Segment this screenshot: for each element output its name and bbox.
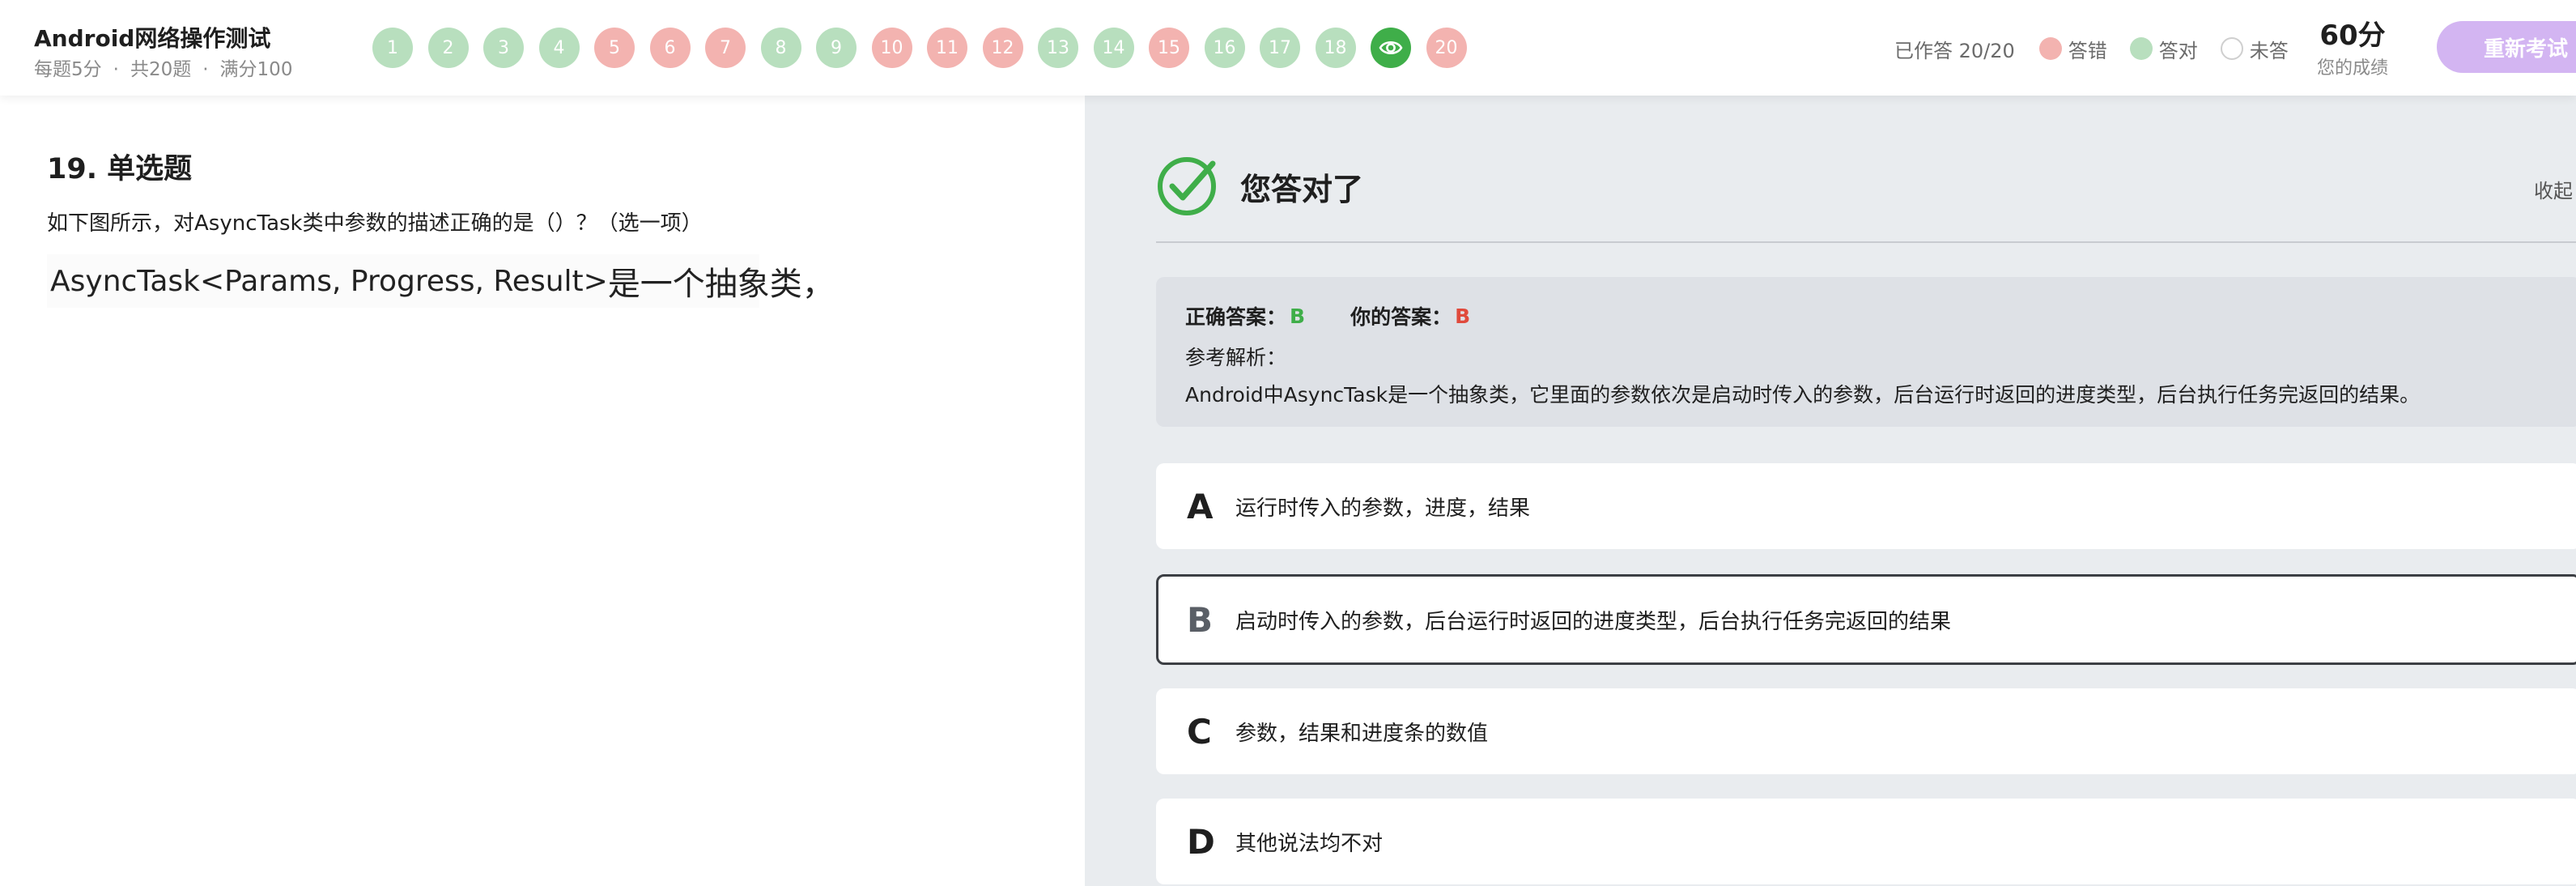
question-nav-5[interactable]: 5: [594, 28, 635, 68]
eye-icon: [1379, 40, 1403, 55]
unanswered-dot-icon: [2220, 37, 2243, 60]
correct-dot-icon: [2129, 37, 2153, 60]
score-display: 60分 您的成绩: [2317, 18, 2388, 79]
question-nav-2[interactable]: 2: [427, 28, 469, 68]
per-question-score: 每题5分: [34, 59, 102, 80]
exam-title: Android网络操作测试: [34, 25, 271, 52]
legend-unanswered: 未答: [2220, 35, 2289, 63]
analysis-box: 正确答案： B 你的答案： B 参考解析： Android中AsyncTask是…: [1156, 277, 2576, 427]
question-image: AsyncTask<Params, Progress, Result> 是一个抽象…: [47, 254, 835, 308]
legend-unanswered-label: 未答: [2249, 39, 2289, 62]
question-image-text: 是一个抽象类，: [607, 266, 835, 303]
legend-wrong-label: 答错: [2068, 39, 2107, 62]
question-nav-4[interactable]: 4: [538, 28, 580, 68]
question-nav-13[interactable]: 13: [1038, 28, 1078, 68]
option-letter: A: [1187, 486, 1214, 526]
option-letter: C: [1187, 711, 1212, 752]
question-nav-3[interactable]: 3: [483, 28, 524, 68]
answer-panel: 您答对了 收起 正确答案： B 你的答案： B 参考解析： Android中As…: [1085, 96, 2576, 886]
option-text: 参数，结果和进度条的数值: [1235, 721, 1489, 746]
collapse-link[interactable]: 收起: [2534, 175, 2573, 203]
answer-summary: 正确答案： B 你的答案： B: [1185, 301, 2576, 330]
question-nav-10[interactable]: 10: [871, 28, 912, 68]
full-score: 满分100: [219, 59, 293, 80]
question-nav-9[interactable]: 9: [816, 28, 857, 68]
question-nav-19-current[interactable]: [1371, 28, 1411, 68]
answer-status: 已作答 20/20 答错 答对 未答: [1894, 32, 2311, 65]
analysis-label: 参考解析：: [1185, 346, 1287, 369]
option-a[interactable]: A 运行时传入的参数，进度，结果: [1156, 463, 2576, 549]
score-value: 60分: [2319, 19, 2386, 52]
divider: [1156, 241, 2576, 243]
question-navigator: 1 2 3 4 5 6 7 8 9 10 11 12 13 14 15 16 1…: [372, 28, 1467, 68]
question-nav-1[interactable]: 1: [372, 28, 413, 68]
question-nav-20[interactable]: 20: [1426, 28, 1467, 68]
option-text: 其他说法均不对: [1235, 831, 1384, 856]
question-nav-14[interactable]: 14: [1093, 28, 1134, 68]
your-answer-value: B: [1455, 304, 1471, 328]
exam-meta: 每题5分 · 共20题 · 满分100: [34, 53, 292, 81]
analysis-text: Android中AsyncTask是一个抽象类，它里面的参数依次是启动时传入的参…: [1185, 383, 2421, 407]
question-nav-16[interactable]: 16: [1204, 28, 1245, 68]
question-nav-7[interactable]: 7: [705, 28, 746, 68]
question-nav-18[interactable]: 18: [1315, 28, 1356, 68]
legend-wrong: 答错: [2038, 35, 2107, 63]
score-label: 您的成绩: [2317, 58, 2389, 79]
question-image-code: AsyncTask<Params, Progress, Result>: [50, 264, 608, 298]
answered-count: 已作答 20/20: [1894, 39, 2015, 62]
question-panel: 19. 单选题 如下图所示，对AsyncTask类中参数的描述正确的是（）？（选…: [0, 96, 1085, 886]
legend-correct-label: 答对: [2158, 39, 2198, 62]
option-d[interactable]: D 其他说法均不对: [1156, 799, 2576, 884]
question-nav-12[interactable]: 12: [982, 28, 1023, 68]
option-b[interactable]: B 启动时传入的参数，后台运行时返回的进度类型，后台执行任务完返回的结果: [1156, 574, 2576, 665]
question-nav-11[interactable]: 11: [927, 28, 967, 68]
option-text: 启动时传入的参数，后台运行时返回的进度类型，后台执行任务完返回的结果: [1235, 609, 1952, 634]
question-nav-17[interactable]: 17: [1260, 28, 1300, 68]
result-title: 您答对了: [1240, 172, 1364, 207]
check-circle-icon: [1158, 157, 1216, 215]
meta-separator: ·: [113, 59, 119, 80]
correct-answer-value: B: [1290, 304, 1306, 328]
wrong-dot-icon: [2038, 37, 2062, 60]
option-letter: B: [1187, 599, 1214, 640]
question-nav-8[interactable]: 8: [760, 28, 801, 68]
restart-exam-button[interactable]: 重新考试: [2437, 21, 2576, 73]
top-bar: Android网络操作测试 每题5分 · 共20题 · 满分100 1 2 3 4 5 …: [0, 0, 2576, 96]
question-nav-6[interactable]: 6: [649, 28, 691, 68]
option-c[interactable]: C 参数，结果和进度条的数值: [1156, 688, 2576, 774]
option-letter: D: [1187, 821, 1215, 862]
legend-correct: 答对: [2129, 35, 2198, 63]
meta-separator: ·: [202, 59, 209, 80]
question-nav-15[interactable]: 15: [1149, 28, 1189, 68]
option-text: 运行时传入的参数，进度，结果: [1235, 496, 1531, 521]
question-text: 如下图所示，对AsyncTask类中参数的描述正确的是（）？（选一项）: [47, 211, 703, 236]
your-answer-label: 你的答案：: [1350, 305, 1452, 329]
correct-answer-label: 正确答案：: [1185, 305, 1287, 329]
question-count: 共20题: [130, 59, 192, 80]
question-heading: 19. 单选题: [47, 153, 193, 185]
